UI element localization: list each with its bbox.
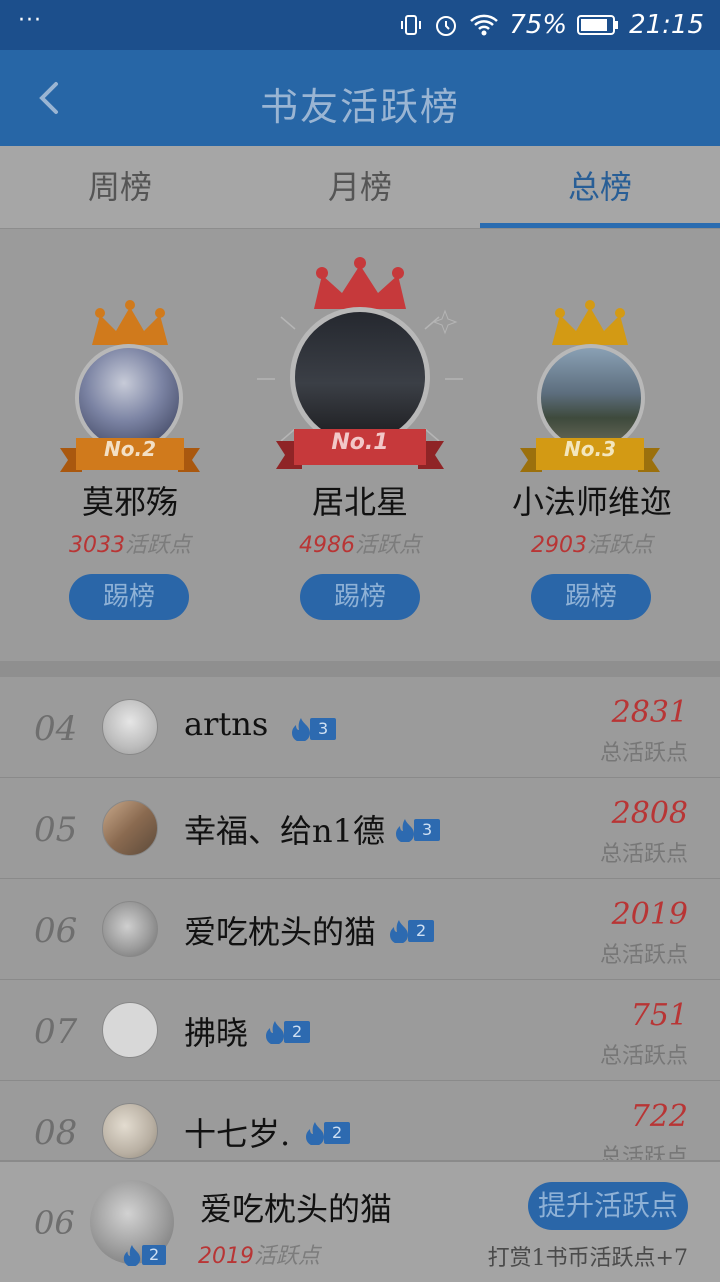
- vibrate-icon: [399, 13, 423, 37]
- level-value: 2: [408, 920, 435, 942]
- my-name: 爱吃枕头的猫: [200, 1190, 393, 1228]
- flame-icon: [292, 718, 310, 741]
- flame-icon: [123, 1245, 141, 1266]
- status-bar: ··· 75% 21:15: [0, 0, 720, 50]
- flame-icon: [306, 1122, 324, 1145]
- ranking-list: 04 artns 3 2831 总活跃点 05 幸福、给n1德 3 2808 总…: [0, 677, 720, 1160]
- level-value: 2: [284, 1021, 311, 1043]
- score-unit: 活跃点: [124, 533, 191, 558]
- level-badge: 2: [304, 1121, 351, 1145]
- crown-icon: [92, 300, 168, 345]
- flame-icon: [396, 819, 414, 842]
- user-name: 拂晓: [184, 1014, 249, 1052]
- score-value: 3033: [68, 533, 125, 558]
- level-badge: 2: [388, 919, 435, 943]
- podium-name: 莫邪殇: [81, 483, 178, 521]
- score-value: 2808: [611, 796, 688, 831]
- score-value: 751: [630, 998, 688, 1033]
- podium-name: 居北星: [311, 483, 408, 521]
- tab-weekly[interactable]: 周榜: [0, 146, 240, 228]
- list-item[interactable]: 07 拂晓 2 751 总活跃点: [0, 980, 720, 1081]
- score-unit: 总活跃点: [599, 842, 688, 867]
- podium-name: 小法师维迩: [511, 483, 672, 521]
- my-rank-bar: 06 2 爱吃枕头的猫 2019活跃点 提升活跃点 打赏1书币活跃点+7: [0, 1160, 720, 1282]
- section-divider: [0, 661, 720, 677]
- kick-button[interactable]: 踢榜: [300, 574, 420, 620]
- avatar[interactable]: [102, 901, 158, 957]
- level-badge: 3: [394, 818, 441, 842]
- menu-dots: ···: [18, 8, 42, 33]
- rank-number: 07: [34, 1012, 78, 1052]
- level-badge: 3: [290, 717, 337, 741]
- rank-badge: No.1: [331, 430, 389, 455]
- podium-score: 3033活跃点: [20, 527, 240, 559]
- battery-percent: 75%: [509, 10, 568, 40]
- score-value: 2903: [530, 533, 587, 558]
- list-item[interactable]: 04 artns 3 2831 总活跃点: [0, 677, 720, 778]
- rank-badge: No.3: [564, 437, 616, 461]
- score-value: 2831: [611, 695, 688, 730]
- list-item[interactable]: 08 十七岁. 2 722 总活跃点: [0, 1081, 720, 1160]
- score-unit: 总活跃点: [599, 1145, 688, 1160]
- clock: 21:15: [629, 10, 704, 40]
- rank-number: 08: [34, 1113, 78, 1153]
- tab-total[interactable]: 总榜: [480, 146, 720, 228]
- score-unit: 活跃点: [354, 533, 421, 558]
- list-item[interactable]: 06 爱吃枕头的猫 2 2019 总活跃点: [0, 879, 720, 980]
- score-value: 2019: [198, 1244, 254, 1269]
- user-name: 爱吃枕头的猫: [184, 913, 377, 951]
- avatar[interactable]: [102, 1103, 158, 1159]
- kick-button[interactable]: 踢榜: [531, 574, 651, 620]
- rank-number: 04: [34, 709, 78, 749]
- level-value: 3: [414, 819, 441, 841]
- list-item[interactable]: 05 幸福、给n1德 3 2808 总活跃点: [0, 778, 720, 879]
- podium-score: 2903活跃点: [482, 527, 702, 559]
- tab-bar: 周榜 月榜 总榜: [0, 146, 720, 229]
- wifi-icon: [469, 13, 499, 37]
- user-name: 幸福、给n1德: [184, 812, 385, 850]
- page-title: 书友活跃榜: [259, 85, 460, 129]
- avatar[interactable]: [102, 800, 158, 856]
- level-badge: 2: [122, 1244, 167, 1266]
- rank-number: 06: [34, 911, 78, 951]
- user-name: 十七岁.: [184, 1115, 291, 1153]
- score-unit: 活跃点: [586, 533, 653, 558]
- boost-activity-button[interactable]: 提升活跃点: [528, 1182, 688, 1230]
- tab-monthly[interactable]: 月榜: [240, 146, 480, 228]
- crown-icon: [552, 300, 628, 345]
- my-rank-number: 06: [34, 1204, 75, 1242]
- reward-tip: 打赏1书币活跃点+7: [487, 1246, 688, 1271]
- score-unit: 活跃点: [254, 1244, 321, 1269]
- flame-icon: [390, 920, 408, 943]
- podium: No.2 莫邪殇 3033活跃点 踢榜 No.1 居北星 4986活跃点 踢榜 …: [0, 229, 720, 661]
- score-value: 4986: [298, 533, 355, 558]
- rank-number: 05: [34, 810, 78, 850]
- score-value: 2019: [611, 897, 688, 932]
- podium-score: 4986活跃点: [250, 527, 470, 559]
- avatar[interactable]: [102, 699, 158, 755]
- user-name: artns: [184, 705, 269, 743]
- level-value: 3: [310, 718, 337, 740]
- score-unit: 总活跃点: [599, 1044, 688, 1069]
- battery-icon: [577, 14, 619, 36]
- score-unit: 总活跃点: [599, 741, 688, 766]
- kick-button[interactable]: 踢榜: [69, 574, 189, 620]
- level-badge: 2: [264, 1020, 311, 1044]
- score-value: 722: [630, 1099, 688, 1134]
- score-unit: 总活跃点: [599, 943, 688, 968]
- flame-icon: [266, 1021, 284, 1044]
- alarm-icon: [433, 12, 459, 38]
- level-value: 2: [324, 1122, 351, 1144]
- my-score: 2019活跃点: [198, 1238, 320, 1270]
- app-header: 书友活跃榜: [0, 50, 720, 146]
- level-value: 2: [142, 1245, 167, 1265]
- rank-badge: No.2: [104, 437, 156, 461]
- avatar[interactable]: [102, 1002, 158, 1058]
